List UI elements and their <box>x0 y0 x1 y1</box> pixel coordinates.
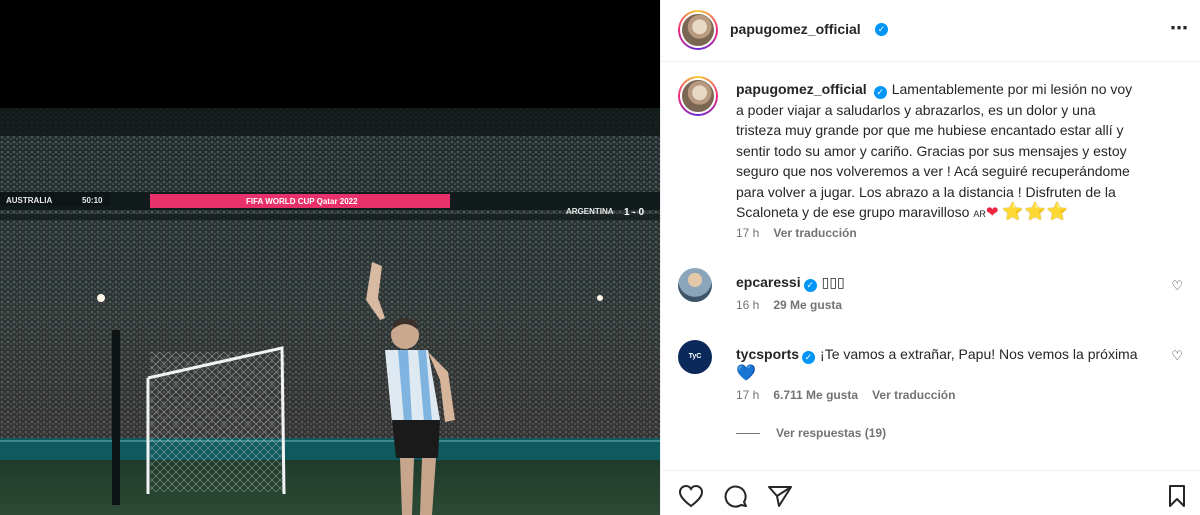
caption-body: Lamentablemente por mi lesión no voy a p… <box>736 81 1133 220</box>
post-header: papugomez_official ✓ ⋯ <box>661 0 1200 62</box>
comment-likes[interactable]: 29 Me gusta <box>773 298 842 312</box>
team-home: AUSTRALIA <box>6 196 52 205</box>
caption-text: papugomez_official ✓ Lamentablemente por m… <box>736 79 1136 225</box>
comment-body: ▯▯▯ <box>821 274 845 290</box>
stadium-photo: AUSTRALIA 50:10 FIFA WORLD CUP Qatar 202… <box>0 0 660 515</box>
post-image[interactable]: AUSTRALIA 50:10 FIFA WORLD CUP Qatar 202… <box>0 0 660 515</box>
score: 1 - 0 <box>624 207 644 218</box>
paper-plane-icon[interactable] <box>767 484 793 513</box>
action-bar <box>661 470 1200 515</box>
author-username[interactable]: papugomez_official <box>730 21 861 37</box>
team-away: ARGENTINA <box>566 207 614 216</box>
caption-time: 17 h <box>736 226 760 240</box>
blue-heart-icon: 💙 <box>736 365 756 382</box>
commenter-avatar[interactable]: TyC Sports <box>678 340 712 394</box>
comment-text: epcaressi ✓ ▯▯▯ <box>736 273 1156 292</box>
red-heart-icon: ❤ <box>985 204 999 221</box>
verified-badge-icon: ✓ <box>802 351 816 364</box>
more-options-icon[interactable]: ⋯ <box>1170 18 1189 39</box>
verified-badge-icon: ✓ <box>803 279 817 292</box>
comment-like-heart-icon[interactable]: ♡ <box>1171 348 1183 364</box>
tournament-banner: FIFA WORLD CUP Qatar 2022 <box>246 197 358 206</box>
author-avatar[interactable] <box>678 10 718 50</box>
comment-translate-link[interactable]: Ver traducción <box>872 388 955 402</box>
verified-badge-icon: ✓ <box>873 86 887 99</box>
comment-bubble-icon[interactable] <box>723 484 749 513</box>
commenter-username[interactable]: epcaressi <box>736 274 801 290</box>
replies-divider <box>736 433 760 435</box>
comment-text: tycsports ✓ ¡Te vamos a extrañar, Papu! No… <box>736 345 1156 383</box>
commenter-avatar[interactable] <box>678 268 712 302</box>
caption-username[interactable]: papugomez_official <box>736 81 867 97</box>
post-panel: papugomez_official ✓ ⋯ papugomez_officia… <box>660 0 1200 515</box>
comment-meta: 16 h 29 Me gusta <box>736 298 842 312</box>
comment-time: 16 h <box>736 298 760 312</box>
comment-like-heart-icon[interactable]: ♡ <box>1171 278 1183 294</box>
comment-meta: 17 h 6.711 Me gusta Ver traducción <box>736 388 955 402</box>
verified-badge-icon: ✓ <box>875 23 888 36</box>
caption-translate-link[interactable]: Ver traducción <box>773 226 856 240</box>
heart-outline-icon[interactable] <box>678 484 704 513</box>
argentina-flag-icon: AR <box>973 209 986 219</box>
comment-body: ¡Te vamos a extrañar, Papu! Nos vemos la… <box>820 346 1138 362</box>
view-replies-label: Ver respuestas (19) <box>776 426 887 440</box>
view-replies-link[interactable]: Ver respuestas (19) <box>736 426 886 440</box>
comment-likes[interactable]: 6.711 Me gusta <box>773 388 858 402</box>
match-clock: 50:10 <box>82 196 103 205</box>
bookmark-icon[interactable] <box>1166 484 1188 513</box>
stars-icon: ⭐⭐⭐ <box>1002 202 1069 221</box>
caption-avatar[interactable] <box>678 76 718 116</box>
commenter-username[interactable]: tycsports <box>736 346 799 362</box>
comment-time: 17 h <box>736 388 760 402</box>
caption-meta: 17 h Ver traducción <box>736 226 857 240</box>
